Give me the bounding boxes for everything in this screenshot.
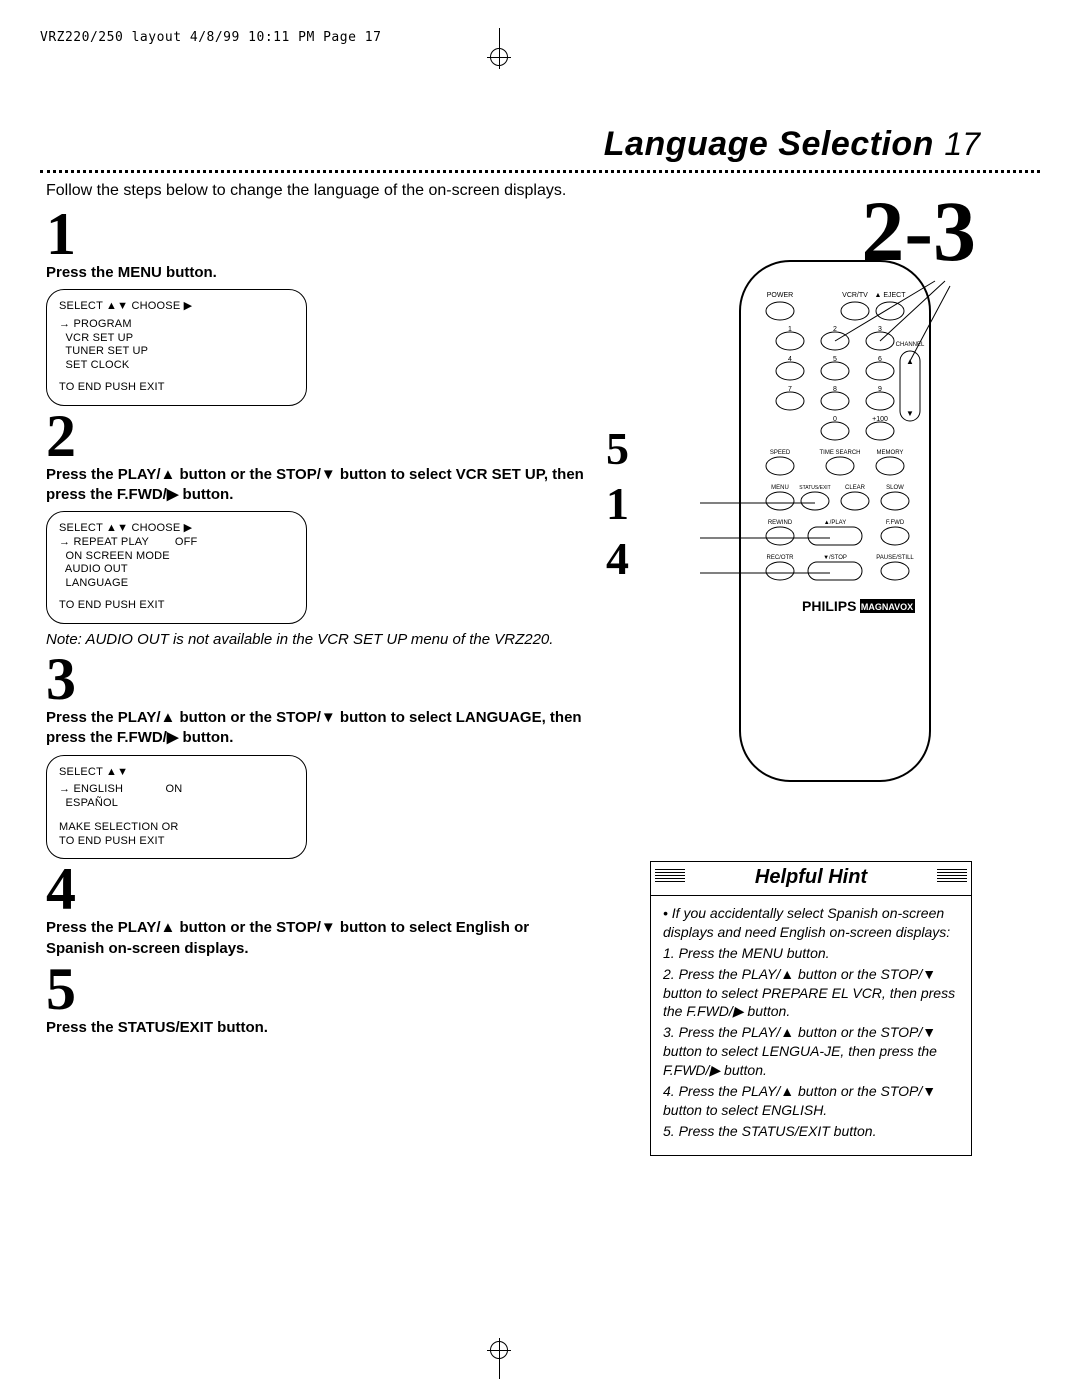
svg-text:SLOW: SLOW: [886, 485, 904, 491]
svg-text:PAUSE/STILL: PAUSE/STILL: [876, 555, 914, 561]
step-text-2: Press the PLAY/▲ button or the STOP/▼ bu…: [46, 465, 586, 506]
callout-5: 5: [606, 421, 629, 476]
svg-text:REWIND: REWIND: [768, 520, 793, 526]
svg-text:5: 5: [833, 356, 837, 363]
callout-1: 1: [606, 476, 629, 531]
svg-text:SPEED: SPEED: [770, 450, 791, 456]
step-text-1: Press the MENU button.: [46, 263, 586, 283]
remote-label: VCR/TV: [842, 292, 868, 299]
osd2-line: AUDIO OUT: [59, 563, 294, 577]
svg-text:TIME SEARCH: TIME SEARCH: [819, 450, 860, 456]
osd2-line: → REPEAT PLAY OFF: [59, 536, 294, 550]
osd-screen-3: SELECT ▲▼ → ENGLISH ON ESPAÑOL MAKE SELE…: [46, 755, 307, 860]
svg-text:▲: ▲: [906, 357, 914, 366]
step-number-3: 3: [46, 651, 586, 708]
helpful-hint-box: Helpful Hint • If you accidentally selec…: [650, 861, 972, 1156]
remote-label: POWER: [767, 292, 793, 299]
svg-text:CHANNEL: CHANNEL: [896, 342, 925, 348]
hint-item: Press the PLAY/▲ button or the STOP/▼ bu…: [663, 1024, 937, 1078]
crop-mark-top: [490, 28, 508, 66]
print-header: VRZ220/250 layout 4/8/99 10:11 PM Page 1…: [40, 30, 1040, 45]
osd2-line: ON SCREEN MODE: [59, 550, 294, 564]
osd1-line: VCR SET UP: [59, 332, 294, 346]
osd2-footer: TO END PUSH EXIT: [59, 599, 294, 613]
osd3-line: ESPAÑOL: [59, 797, 294, 811]
svg-text:4: 4: [788, 356, 792, 363]
svg-text:+100: +100: [872, 416, 888, 423]
hint-item: Press the STATUS/EXIT button.: [679, 1123, 877, 1139]
hint-item: Press the PLAY/▲ button or the STOP/▼ bu…: [663, 1083, 936, 1118]
hint-item: Press the MENU button.: [679, 945, 830, 961]
step-number-5: 5: [46, 961, 586, 1018]
svg-text:CLEAR: CLEAR: [845, 485, 866, 491]
callout-4: 4: [606, 531, 629, 586]
svg-text:9: 9: [878, 386, 882, 393]
osd1-footer: TO END PUSH EXIT: [59, 381, 294, 395]
step-number-4: 4: [46, 861, 586, 918]
osd1-line: SET CLOCK: [59, 359, 294, 373]
svg-text:STATUS/EXIT: STATUS/EXIT: [799, 485, 830, 491]
osd-screen-1: SELECT ▲▼ CHOOSE ▶ → PROGRAM VCR SET UP …: [46, 289, 307, 406]
hint-bullet: If you accidentally select Spanish on-sc…: [663, 905, 950, 940]
osd3-line: → ENGLISH ON: [59, 783, 294, 797]
brand-magnavox: MAGNAVOX: [861, 602, 913, 612]
osd1-header: SELECT ▲▼ CHOOSE ▶: [59, 300, 294, 314]
note-audio-out: Note: AUDIO OUT is not available in the …: [46, 630, 586, 650]
crop-mark-bottom: [490, 1341, 508, 1379]
brand-philips: PHILIPS: [802, 598, 856, 614]
svg-text:▲/PLAY: ▲/PLAY: [824, 520, 847, 526]
svg-text:1: 1: [788, 326, 792, 333]
page-number: 17: [944, 126, 980, 162]
step-text-3: Press the PLAY/▲ button or the STOP/▼ bu…: [46, 708, 586, 749]
svg-text:3: 3: [878, 326, 882, 333]
svg-text:REC/OTR: REC/OTR: [767, 555, 795, 561]
page-title: Language Selection: [604, 125, 934, 163]
svg-text:F.FWD: F.FWD: [886, 520, 905, 526]
svg-text:2: 2: [833, 326, 837, 333]
step-number-2: 2: [46, 408, 586, 465]
svg-text:MENU: MENU: [771, 485, 789, 491]
osd2-header: SELECT ▲▼ CHOOSE ▶: [59, 522, 294, 536]
osd3-footer: MAKE SELECTION OR: [59, 821, 294, 835]
divider-dotted: [40, 170, 1040, 173]
svg-text:▼: ▼: [906, 409, 914, 418]
hint-item: Press the PLAY/▲ button or the STOP/▼ bu…: [663, 966, 955, 1020]
hint-title: Helpful Hint: [651, 862, 971, 896]
osd1-line: TUNER SET UP: [59, 345, 294, 359]
svg-text:7: 7: [788, 386, 792, 393]
step-text-5: Press the STATUS/EXIT button.: [46, 1018, 586, 1038]
svg-text:8: 8: [833, 386, 837, 393]
osd-screen-2: SELECT ▲▼ CHOOSE ▶ → REPEAT PLAY OFF ON …: [46, 511, 307, 624]
osd1-line: → PROGRAM: [59, 318, 294, 332]
svg-text:6: 6: [878, 356, 882, 363]
svg-text:MEMORY: MEMORY: [877, 450, 904, 456]
step-number-1: 1: [46, 206, 586, 263]
osd3-header: SELECT ▲▼: [59, 766, 294, 780]
svg-text:▲ EJECT: ▲ EJECT: [874, 292, 906, 299]
remote-control-illustration: POWER VCR/TV ▲ EJECT 1 2 3 4 5 6 7 8 9: [700, 251, 970, 791]
step-text-4: Press the PLAY/▲ button or the STOP/▼ bu…: [46, 918, 586, 959]
osd2-line: LANGUAGE: [59, 577, 294, 591]
osd3-footer: TO END PUSH EXIT: [59, 835, 294, 849]
intro-text: Follow the steps below to change the lan…: [46, 181, 586, 202]
svg-text:0: 0: [833, 416, 837, 423]
svg-text:▼/STOP: ▼/STOP: [823, 555, 847, 561]
